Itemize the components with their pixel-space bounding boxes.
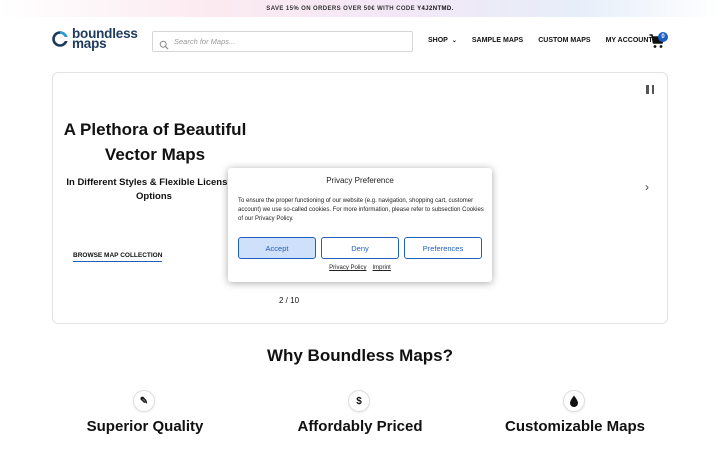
search-input[interactable]: [174, 37, 394, 46]
chevron-right-icon[interactable]: ›: [645, 180, 649, 194]
nav-shop-label: SHOP: [428, 37, 448, 44]
pause-icon[interactable]: [646, 85, 654, 94]
imprint-link[interactable]: Imprint: [373, 265, 391, 271]
privacy-dialog: Privacy Preference To ensure the proper …: [228, 168, 492, 282]
nav-sample-maps-label: SAMPLE MAPS: [471, 37, 524, 44]
main-nav: SHOP ⌄ SAMPLE MAPS CUSTOM MAPS MY ACCOUN…: [428, 37, 668, 44]
search-icon: [159, 37, 169, 49]
search-box[interactable]: [152, 31, 413, 52]
privacy-text: To ensure the proper functioning of our …: [238, 198, 484, 222]
pencil-icon: ✎: [133, 390, 155, 412]
nav-custom-maps-label: CUSTOM MAPS: [538, 37, 591, 44]
nav-my-account[interactable]: MY ACCOUNT: [606, 37, 653, 44]
privacy-links: Privacy Policy Imprint: [228, 265, 492, 271]
logo-text: boundless maps: [72, 27, 138, 51]
cart-count-badge: 0: [658, 32, 668, 42]
nav-custom-maps[interactable]: CUSTOM MAPS: [538, 37, 590, 44]
nav-shop[interactable]: SHOP ⌄: [428, 37, 457, 44]
promo-bar: SAVE 15% ON ORDERS OVER 50€ WITH CODE Y4…: [0, 0, 720, 17]
hero-subtitle: In Different Styles & Flexible Licensing…: [66, 177, 242, 202]
feature-title-quality: Superior Quality: [86, 418, 204, 435]
drop-icon: [563, 390, 585, 412]
privacy-title: Privacy Preference: [326, 176, 394, 185]
hero-title: A Plethora of Beautiful Vector Maps: [63, 120, 247, 164]
logo[interactable]: boundless maps: [52, 27, 138, 51]
feature-title-custom: Customizable Maps: [504, 418, 646, 435]
dollar-icon: $: [348, 390, 370, 412]
promo-code: Y4J2NTMD.: [417, 5, 454, 12]
preferences-button[interactable]: Preferences: [404, 237, 482, 259]
slide-counter: 2 / 10: [279, 296, 300, 305]
deny-button[interactable]: Deny: [321, 237, 399, 259]
logo-icon: [52, 31, 68, 47]
accept-button[interactable]: Accept: [238, 237, 316, 259]
promo-text: SAVE 15% ON ORDERS OVER 50€ WITH CODE: [266, 5, 416, 12]
chevron-down-icon: ⌄: [451, 38, 457, 44]
privacy-policy-link[interactable]: Privacy Policy: [329, 265, 366, 271]
nav-my-account-label: MY ACCOUNT: [605, 37, 653, 44]
feature-title-price: Affordably Priced: [297, 418, 423, 435]
browse-collection-link[interactable]: BROWSE MAP COLLECTION: [73, 252, 163, 262]
nav-sample-maps[interactable]: SAMPLE MAPS: [472, 37, 523, 44]
why-title: Why Boundless Maps?: [266, 346, 454, 365]
